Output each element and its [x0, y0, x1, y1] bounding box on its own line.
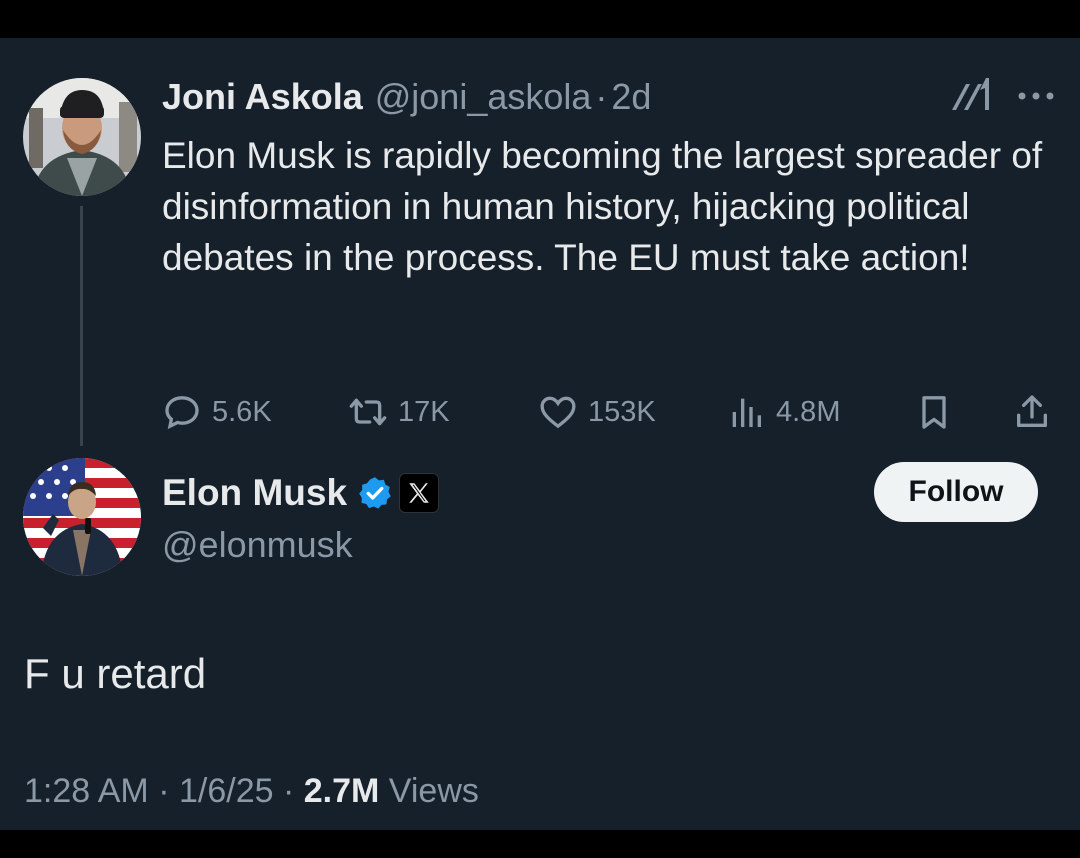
- reply-author-row: Elon Musk: [162, 471, 440, 515]
- parent-tweet-header: Joni Askola @joni_askola · 2d: [162, 76, 651, 118]
- like-button[interactable]: 153K: [538, 390, 656, 434]
- tweet-time[interactable]: 1:28 AM: [24, 772, 149, 810]
- heart-icon: [540, 396, 576, 429]
- parent-tweet-text: Elon Musk is rapidly becoming the larges…: [162, 135, 1043, 278]
- bookmark-button[interactable]: [914, 390, 954, 434]
- reply-button[interactable]: 5.6K: [162, 390, 272, 434]
- tweet-metadata: 1:28 AM · 1/6/25 · 2.7M Views: [24, 772, 479, 811]
- bookmark-icon: [922, 396, 946, 429]
- tweet-views-count: 2.7M: [303, 772, 380, 810]
- x-affiliation-icon[interactable]: [399, 473, 440, 513]
- grok-icon[interactable]: [948, 76, 992, 116]
- reply-icon: [165, 396, 199, 430]
- tweet-views-label: Views: [388, 772, 479, 810]
- views-icon: [732, 398, 761, 427]
- avatar-joni[interactable]: [23, 78, 141, 196]
- reply-author-handle[interactable]: @elonmusk: [162, 524, 353, 566]
- tweet-age[interactable]: 2d: [611, 76, 651, 118]
- verified-icon[interactable]: [357, 475, 393, 511]
- share-icon: [1017, 395, 1047, 427]
- separator-dot: ·: [595, 76, 608, 117]
- retweet-icon: [349, 398, 387, 426]
- tweet-actions-bar: 5.6K 17K 153K 4.8M: [0, 390, 1080, 434]
- separator-dot: ·: [282, 772, 295, 810]
- reply-tweet-text: F u retard: [24, 650, 207, 697]
- more-icon[interactable]: [1016, 90, 1056, 102]
- tweet-date[interactable]: 1/6/25: [179, 772, 274, 810]
- like-count: 153K: [588, 395, 656, 428]
- separator-dot: ·: [158, 772, 170, 810]
- reply-count: 5.6K: [212, 395, 272, 428]
- share-button[interactable]: [1012, 390, 1052, 434]
- views-button[interactable]: 4.8M: [726, 390, 840, 434]
- repost-button[interactable]: 17K: [348, 390, 450, 434]
- author-name[interactable]: Joni Askola: [162, 76, 363, 118]
- author-handle[interactable]: @joni_askola: [375, 76, 592, 118]
- reply-author-name[interactable]: Elon Musk: [162, 472, 347, 514]
- avatar-elon[interactable]: [23, 458, 141, 576]
- views-count: 4.8M: [776, 395, 841, 428]
- follow-button[interactable]: Follow: [874, 462, 1038, 522]
- repost-count: 17K: [398, 395, 450, 428]
- tweet-panel: Joni Askola @joni_askola · 2d Elon Musk …: [0, 38, 1080, 830]
